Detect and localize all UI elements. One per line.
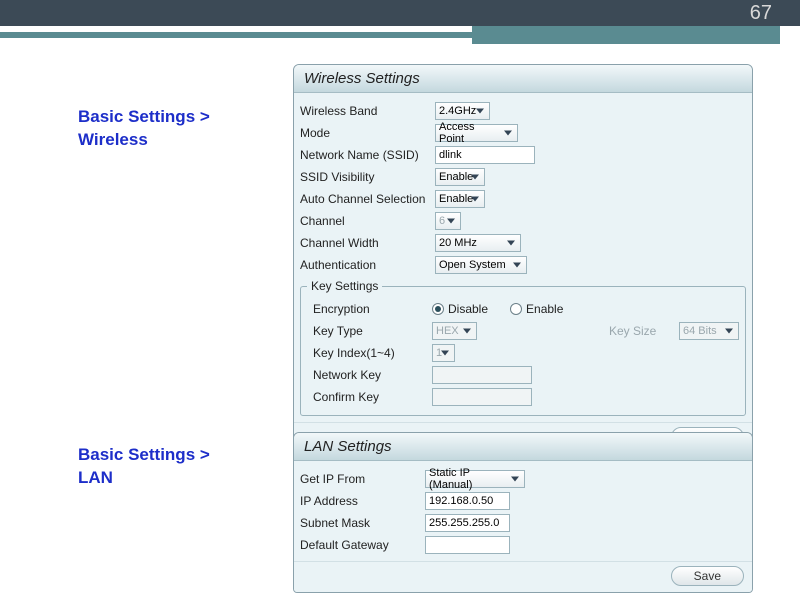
ip-label: IP Address [300,494,425,508]
page-number: 67 [750,2,772,25]
ssid-visibility-select[interactable]: Enable [435,168,485,186]
wireless-band-select[interactable]: 2.4GHz [435,102,490,120]
channel-width-select[interactable]: 20 MHz [435,234,521,252]
ip-input[interactable] [425,492,510,510]
wireless-band-label: Wireless Band [300,104,435,118]
lan-settings-panel: LAN Settings Get IP From Static IP (Manu… [293,432,753,593]
key-settings-legend: Key Settings [307,279,382,293]
subnet-label: Subnet Mask [300,516,425,530]
wireless-settings-panel: Wireless Settings Wireless Band 2.4GHz M… [293,64,753,454]
gateway-input[interactable] [425,536,510,554]
ssid-visibility-label: SSID Visibility [300,170,435,184]
breadcrumb-wireless-line2: Wireless [78,130,148,149]
key-size-label: Key Size [609,324,679,338]
network-key-label: Network Key [307,368,432,382]
channel-select[interactable]: 6 [435,212,461,230]
auth-select[interactable]: Open System [435,256,527,274]
confirm-key-input[interactable] [432,388,532,406]
getip-select[interactable]: Static IP (Manual) [425,470,525,488]
auth-label: Authentication [300,258,435,272]
breadcrumb-lan-line2: LAN [78,468,113,487]
gateway-label: Default Gateway [300,538,425,552]
channel-width-label: Channel Width [300,236,435,250]
network-key-input[interactable] [432,366,532,384]
breadcrumb-wireless: Basic Settings > Wireless [78,106,210,152]
auto-channel-select[interactable]: Enable [435,190,485,208]
breadcrumb-lan-line1: Basic Settings > [78,445,210,464]
wireless-panel-title: Wireless Settings [294,65,752,93]
key-type-select[interactable]: HEX [432,322,477,340]
key-settings-group: Key Settings Encryption Disable Enable K… [300,279,746,416]
key-type-label: Key Type [307,324,432,338]
mode-select[interactable]: Access Point [435,124,518,142]
auto-channel-label: Auto Channel Selection [300,192,435,206]
accent-bar [0,26,800,44]
encryption-enable-text: Enable [526,302,563,316]
breadcrumb-wireless-line1: Basic Settings > [78,107,210,126]
key-index-select[interactable]: 1 [432,344,455,362]
subnet-input[interactable] [425,514,510,532]
slide-topbar: 67 [0,0,800,26]
key-index-label: Key Index(1~4) [307,346,432,360]
channel-label: Channel [300,214,435,228]
lan-panel-title: LAN Settings [294,433,752,461]
encryption-disable-text: Disable [448,302,488,316]
getip-label: Get IP From [300,472,425,486]
ssid-input[interactable] [435,146,535,164]
ssid-label: Network Name (SSID) [300,148,435,162]
encryption-disable-radio[interactable] [432,303,444,315]
key-size-select[interactable]: 64 Bits [679,322,739,340]
breadcrumb-lan: Basic Settings > LAN [78,444,210,490]
confirm-key-label: Confirm Key [307,390,432,404]
mode-label: Mode [300,126,435,140]
lan-save-button[interactable]: Save [671,566,744,586]
encryption-label: Encryption [307,302,432,316]
encryption-enable-radio[interactable] [510,303,522,315]
